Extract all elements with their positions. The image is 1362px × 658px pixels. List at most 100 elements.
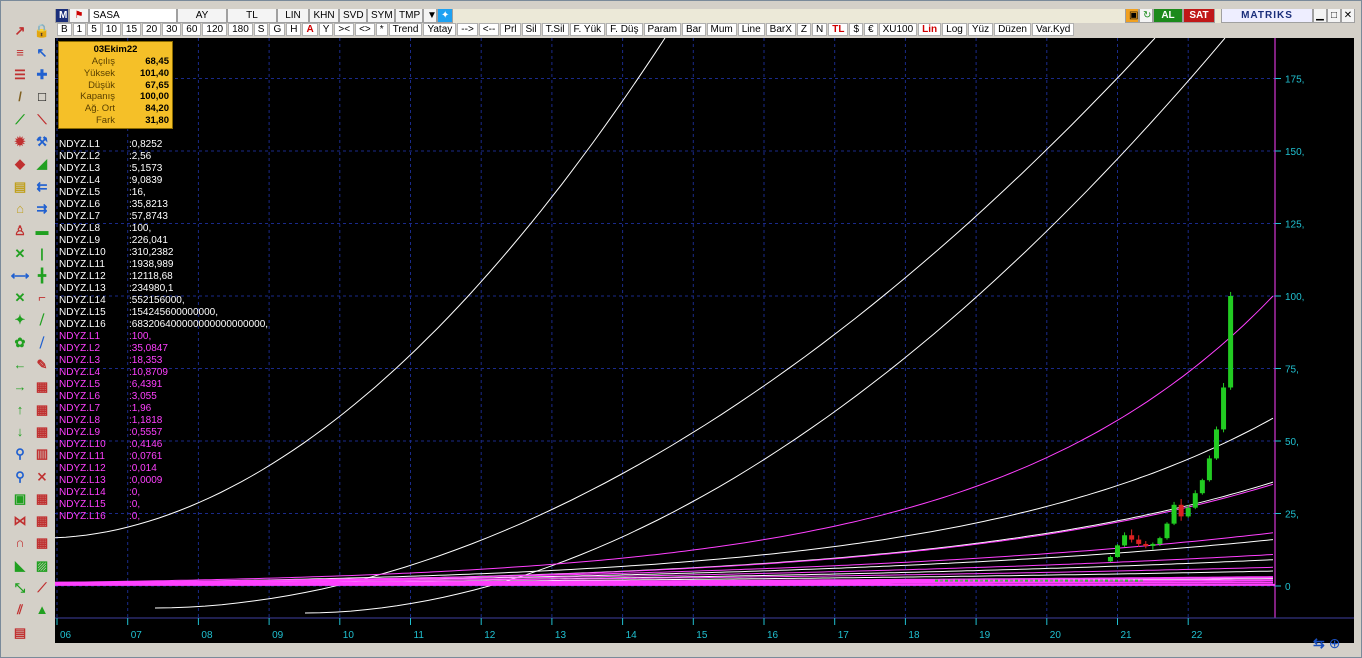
- scale-select[interactable]: LIN: [277, 9, 309, 23]
- drawing-tool-5-icon[interactable]: ☰: [11, 66, 29, 84]
- period-select[interactable]: AY: [177, 9, 227, 23]
- symbol-input[interactable]: SASA: [89, 9, 177, 23]
- toolbar-button-31[interactable]: BarX: [765, 23, 796, 36]
- drawing-tool-29-icon[interactable]: ✿: [11, 333, 29, 351]
- toolbar-button-33[interactable]: N: [812, 23, 828, 36]
- chart-type-icon[interactable]: ⚑: [69, 9, 89, 23]
- toolbar-button-17[interactable]: *: [375, 23, 388, 36]
- drawing-tool-21-icon[interactable]: ✕: [11, 244, 29, 262]
- toolbar-button-7[interactable]: 60: [182, 23, 202, 36]
- drawing-tool-6-icon[interactable]: ✚: [33, 66, 51, 84]
- drawing-tool-15-icon[interactable]: ▤: [11, 177, 29, 195]
- drawing-tool-27-icon[interactable]: ✦: [11, 311, 29, 329]
- toolbar-button-13[interactable]: A: [302, 23, 318, 36]
- toolbar-button-41[interactable]: Düzen: [994, 23, 1031, 36]
- toolbar-button-2[interactable]: 5: [87, 23, 101, 36]
- drawing-tool-1-icon[interactable]: ↗: [11, 21, 29, 39]
- toolbar-button-5[interactable]: 20: [142, 23, 162, 36]
- toolbar-button-34[interactable]: TL: [828, 23, 849, 36]
- drawing-tool-3-icon[interactable]: ≡: [11, 43, 29, 61]
- drawing-tool-43-icon[interactable]: ▣: [11, 489, 29, 507]
- toolbar-button-37[interactable]: XU100: [878, 23, 918, 36]
- drawing-tool-16-icon[interactable]: ⇇: [33, 177, 51, 195]
- toolbar-button-30[interactable]: Line: [737, 23, 765, 36]
- drawing-tool-55-icon[interactable]: ▤: [11, 623, 29, 641]
- drawing-tool-37-icon[interactable]: ↓: [11, 422, 29, 440]
- toolbar-button-11[interactable]: G: [269, 23, 286, 36]
- buy-button[interactable]: AL: [1153, 9, 1183, 23]
- drawing-tool-33-icon[interactable]: →: [11, 378, 29, 396]
- drawing-tool-17-icon[interactable]: ⌂: [11, 199, 29, 217]
- drawing-tool-46-icon[interactable]: ▦: [33, 512, 51, 530]
- svd-button[interactable]: SVD: [339, 9, 367, 23]
- matriks-menu-button[interactable]: M: [55, 9, 69, 23]
- zoom-icon[interactable]: ⊕: [1329, 635, 1341, 652]
- toolbar-button-32[interactable]: Z: [796, 23, 811, 36]
- drawing-tool-53-icon[interactable]: ⫽: [11, 601, 29, 619]
- chart-canvas[interactable]: 175, 150, 125, 100, 75, 50, 25, 0 06 07 08 09 10 11 12…: [55, 38, 1354, 643]
- drawing-tool-11-icon[interactable]: ✹: [11, 133, 29, 151]
- drawing-tool-2-icon[interactable]: 🔒: [33, 21, 51, 39]
- toolbar-button-26[interactable]: F. Düş: [606, 23, 643, 36]
- price-chart[interactable]: 175, 150, 125, 100, 75, 50, 25, 0 06 07 08 09 10 11 12…: [55, 38, 1354, 643]
- toolbar-button-6[interactable]: 30: [162, 23, 182, 36]
- drawing-tool-45-icon[interactable]: ⋈: [11, 512, 29, 530]
- drawing-tool-39-icon[interactable]: ⚲: [11, 445, 29, 463]
- drawing-tool-47-icon[interactable]: ∩: [11, 534, 29, 552]
- drawing-tool-9-icon[interactable]: ⟋: [11, 110, 29, 128]
- drawing-tool-41-icon[interactable]: ⚲: [11, 467, 29, 485]
- sync-icon[interactable]: ⇆: [1313, 635, 1325, 652]
- maximize-icon[interactable]: □: [1327, 9, 1341, 23]
- drawing-tool-23-icon[interactable]: ⟷: [11, 266, 30, 284]
- minimize-icon[interactable]: ▁: [1313, 9, 1327, 23]
- drawing-tool-36-icon[interactable]: ▦: [33, 400, 51, 418]
- toolbar-button-21[interactable]: <--: [478, 23, 500, 36]
- toolbar-button-3[interactable]: 10: [101, 23, 121, 36]
- toolbar-button-18[interactable]: Trend: [388, 23, 423, 36]
- toolbar-button-0[interactable]: B: [57, 23, 72, 36]
- refresh-icon[interactable]: ↻: [1139, 9, 1153, 23]
- chart-sync-controls[interactable]: ⇆ ⊕: [1313, 633, 1353, 653]
- drawing-tool-34-icon[interactable]: ▦: [33, 378, 51, 396]
- toolbar-button-10[interactable]: S: [253, 23, 269, 36]
- currency-select[interactable]: TL: [227, 9, 277, 23]
- drawing-tool-25-icon[interactable]: ✕: [11, 289, 29, 307]
- toolbar-button-36[interactable]: €: [864, 23, 878, 36]
- drawing-tool-35-icon[interactable]: ↑: [11, 400, 29, 418]
- drawing-tool-48-icon[interactable]: ▦: [33, 534, 51, 552]
- drawing-tool-8-icon[interactable]: □: [33, 88, 51, 106]
- sym-button[interactable]: SYM: [367, 9, 395, 23]
- toolbar-button-4[interactable]: 15: [121, 23, 142, 36]
- toolbar-button-24[interactable]: T.Sil: [541, 23, 569, 36]
- drawing-tool-28-icon[interactable]: ⧸: [33, 311, 51, 329]
- toolbar-button-27[interactable]: Param: [643, 23, 681, 36]
- drawing-tool-22-icon[interactable]: |: [33, 244, 51, 262]
- drawing-tool-13-icon[interactable]: ◆: [11, 155, 29, 173]
- toolbar-button-29[interactable]: Mum: [706, 23, 737, 36]
- drawing-tool-40-icon[interactable]: ▥: [33, 445, 51, 463]
- close-icon[interactable]: ✕: [1341, 9, 1355, 23]
- drawing-tool-10-icon[interactable]: ⟍: [33, 110, 51, 128]
- drawing-tool-54-icon[interactable]: ▲: [33, 601, 51, 619]
- drawing-tool-4-icon[interactable]: ↖: [33, 43, 51, 61]
- drawing-tool-26-icon[interactable]: ⌐: [33, 289, 51, 307]
- drawing-tool-12-icon[interactable]: ⚒: [33, 133, 51, 151]
- drawing-tool-20-icon[interactable]: ▬: [33, 222, 51, 240]
- toolbar-button-38[interactable]: Lin: [918, 23, 942, 36]
- drawing-tool-30-icon[interactable]: ⧸: [33, 333, 51, 351]
- khn-button[interactable]: KHN: [309, 9, 339, 23]
- toolbar-button-9[interactable]: 180: [228, 23, 253, 36]
- toolbar-button-1[interactable]: 1: [72, 23, 87, 36]
- drawing-tool-7-icon[interactable]: /: [11, 88, 29, 106]
- sell-button[interactable]: SAT: [1183, 9, 1215, 23]
- toolbar-button-19[interactable]: Yatay: [423, 23, 457, 36]
- toolbar-button-42[interactable]: Var.Kyd: [1031, 23, 1075, 36]
- twitter-icon[interactable]: ✦: [437, 9, 453, 23]
- tmp-button[interactable]: TMP: [395, 9, 423, 23]
- toolbar-button-14[interactable]: Y: [318, 23, 334, 36]
- toolbar-button-12[interactable]: H: [286, 23, 302, 36]
- toolbar-button-22[interactable]: Prl: [500, 23, 521, 36]
- toolbar-button-35[interactable]: $: [849, 23, 864, 36]
- drawing-tool-50-icon[interactable]: ▨: [33, 556, 51, 574]
- drawing-tool-31-icon[interactable]: ←: [11, 356, 29, 374]
